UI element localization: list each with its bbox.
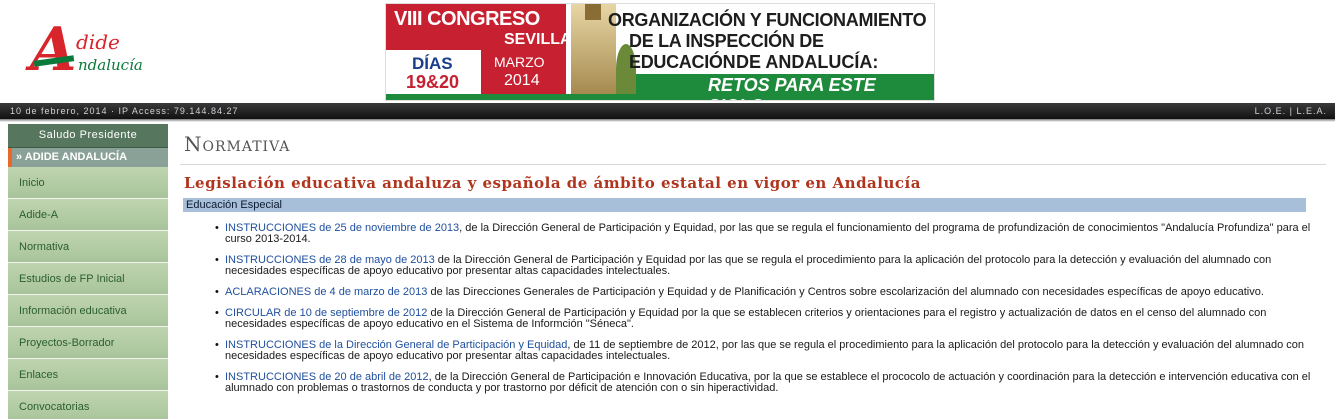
info-bar-shadow xyxy=(0,119,1335,122)
list-item: INSTRUCCIONES de 20 de abril de 2012, de… xyxy=(215,372,1315,394)
banner-titulo-3: DE ANDALUCÍA: xyxy=(736,52,879,72)
sidebar-item-inicio[interactable]: Inicio xyxy=(8,167,168,199)
sidebar-item-convocatorias[interactable]: Convocatorias xyxy=(8,391,168,419)
congress-banner[interactable]: VIII CONGRESO SEVILLA DÍAS 19&20 MARZO 2… xyxy=(385,3,935,101)
title-divider xyxy=(180,164,1326,165)
list-item: INSTRUCCIONES de 25 de noviembre de 2013… xyxy=(215,223,1315,245)
banner-titulo-1: ORGANIZACIÓN Y FUNCIONAMIENTO xyxy=(608,10,927,30)
list-item: ACLARACIONES de 4 de marzo de 2013 de la… xyxy=(215,286,1315,299)
list-item: INSTRUCCIONES de 28 de mayo de 2013 de l… xyxy=(215,255,1315,277)
info-bar: 10 de febrero, 2014 · IP Access: 79.144.… xyxy=(0,103,1335,119)
sidebar-item-enlaces[interactable]: Enlaces xyxy=(8,359,168,391)
law-links[interactable]: L.O.E. | L.E.A. xyxy=(1255,103,1327,119)
banner-dias: DÍAS xyxy=(412,54,453,73)
site-header: A dide ndalucía VIII CONGRESO SEVILLA DÍ… xyxy=(0,0,1335,103)
banner-anio: 2014 xyxy=(504,72,540,89)
logo-word-bottom: ndalucía xyxy=(78,56,143,74)
logo-letter: A xyxy=(30,15,77,85)
norm-list: INSTRUCCIONES de 25 de noviembre de 2013… xyxy=(215,223,1315,394)
section-heading: Legislación educativa andaluza y español… xyxy=(184,174,921,192)
list-item: CIRCULAR de 10 de septiembre de 2012 de … xyxy=(215,308,1315,330)
sidebar-item-normativa[interactable]: Normativa xyxy=(8,231,168,263)
norm-description: de las Direcciones Generales de Particip… xyxy=(427,286,1264,298)
sidebar-item-saludo-presidente[interactable]: Saludo Presidente xyxy=(8,124,168,148)
sidebar-active-section[interactable]: » ADIDE ANDALUCÍA xyxy=(8,148,168,167)
sidebar-nav: Saludo Presidente » ADIDE ANDALUCÍA Inic… xyxy=(8,124,168,419)
banner-mes: MARZO xyxy=(494,54,545,70)
banner-congreso: VIII CONGRESO xyxy=(394,8,540,30)
category-bar: Educación Especial xyxy=(183,198,1306,212)
sidebar-item-informacion[interactable]: Información educativa xyxy=(8,295,168,327)
main-content: Normativa Legislación educativa andaluza… xyxy=(180,124,1326,404)
list-item: INSTRUCCIONES de la Dirección General de… xyxy=(215,340,1315,362)
banner-lema: RETOS PARA ESTE SIGLO. xyxy=(708,75,876,100)
date-ip-text: 10 de febrero, 2014 · IP Access: 79.144.… xyxy=(10,106,239,116)
logo-word-top: dide xyxy=(76,30,120,54)
sidebar-item-proyectos[interactable]: Proyectos-Borrador xyxy=(8,327,168,359)
sidebar-item-estudios-fp[interactable]: Estudios de FP Inicial xyxy=(8,263,168,295)
adide-logo[interactable]: A dide ndalucía xyxy=(28,14,148,86)
sidebar-item-adide-a[interactable]: Adide-A xyxy=(8,199,168,231)
banner-fechas: 19&20 xyxy=(406,72,460,92)
page-title: Normativa xyxy=(184,132,291,156)
banner-ciudad: SEVILLA xyxy=(504,31,572,48)
norm-link[interactable]: ACLARACIONES de 4 de marzo de 2013 xyxy=(225,286,427,298)
